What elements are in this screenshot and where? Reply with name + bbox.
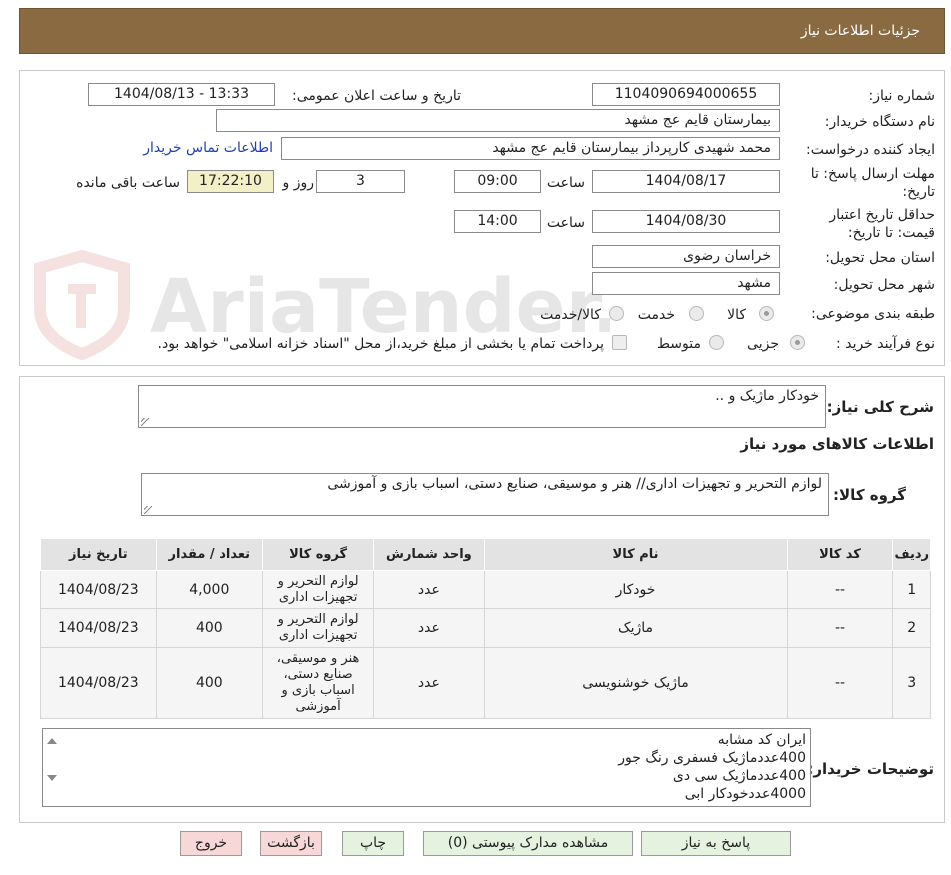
category-goods-service-label: کالا/خدمت (540, 307, 601, 323)
process-minor-label: جزیی (747, 336, 779, 352)
attachments-button[interactable]: مشاهده مدارک پیوستی (0) (423, 831, 633, 856)
items-table: ردیف کد کالا نام کالا واحد شمارش گروه کا… (40, 538, 931, 719)
table-row: 2 -- ماژیک عدد لوازم التحریر و تجهیزات ا… (40, 608, 931, 648)
cell-index: 3 (892, 647, 931, 719)
deadline-hour-label: ساعت (546, 175, 585, 191)
table-row: 1 -- خودکار عدد لوازم التحریر و تجهیزات … (40, 570, 931, 609)
summary-label: شرح کلی نیاز: (826, 398, 934, 416)
group-textarea[interactable]: لوازم التحریر و تجهیزات اداری// هنر و مو… (141, 473, 829, 516)
deadline-date-field: 1404/08/17 (592, 170, 780, 193)
validity-date-field: 1404/08/30 (592, 210, 780, 233)
category-label: طبقه بندی موضوعی: (811, 306, 935, 322)
city-field: مشهد (592, 272, 780, 295)
treasury-payment-checkbox[interactable] (612, 335, 627, 350)
province-field: خراسان رضوی (592, 245, 780, 268)
scroll-down-icon[interactable] (47, 775, 57, 781)
need-number-field: 1104090694000655 (592, 83, 780, 106)
buyer-org-label: نام دستگاه خریدار: (824, 114, 935, 130)
cell-qty: 4,000 (155, 570, 263, 609)
notes-line: 4000عددخودکار ابی (684, 786, 806, 802)
city-label: شهر محل تحویل: (833, 277, 935, 293)
validity-hour-label: ساعت (546, 215, 585, 231)
category-goods-service-radio[interactable] (609, 306, 624, 321)
buyer-notes-label: توضیحات خریدار: (807, 760, 934, 778)
col-header-code: کد کالا (786, 538, 894, 571)
category-service-radio[interactable] (689, 306, 704, 321)
cell-code: -- (786, 608, 894, 648)
page-title: جزئیات اطلاعات نیاز (800, 23, 920, 39)
process-medium-label: متوسط (657, 336, 701, 352)
back-button[interactable]: بازگشت (260, 831, 322, 856)
col-header-index: ردیف (892, 538, 931, 571)
group-text: لوازم التحریر و تجهیزات اداری// هنر و مو… (327, 476, 822, 492)
cell-unit: عدد (373, 570, 485, 609)
col-header-name: نام کالا (483, 538, 788, 571)
scroll-up-icon[interactable] (47, 738, 57, 744)
cell-date: 1404/08/23 (40, 570, 157, 609)
validity-time-field: 14:00 (454, 210, 541, 233)
cell-code: -- (786, 570, 894, 609)
cell-group: لوازم التحریر و تجهیزات اداری (261, 570, 375, 609)
creator-label: ایجاد کننده درخواست: (806, 142, 935, 158)
category-service-label: خدمت (637, 307, 675, 323)
deadline-label-2: تاریخ: (902, 184, 935, 200)
notes-line: 400عددماژیک فسفری رنگ جور (618, 750, 806, 766)
buyer-notes-textarea[interactable]: ایران کد مشابه 400عددماژیک فسفری رنگ جور… (42, 728, 811, 807)
print-button[interactable]: چاپ (342, 831, 404, 856)
process-medium-radio[interactable] (709, 335, 724, 350)
resize-grip-icon[interactable] (144, 506, 152, 514)
deadline-label: مهلت ارسال پاسخ: تا (810, 166, 935, 182)
cell-code: -- (786, 647, 894, 719)
announce-field: 1404/08/13 - 13:33 (88, 83, 275, 106)
group-label: گروه کالا: (833, 486, 906, 504)
process-minor-radio[interactable] (790, 335, 805, 350)
cell-date: 1404/08/23 (40, 608, 157, 648)
days-label: روز و (282, 175, 315, 191)
validity-label: حداقل تاریخ اعتبار (829, 207, 935, 223)
cell-index: 1 (892, 570, 931, 609)
buyer-org-field: بیمارستان قایم عج مشهد (216, 109, 780, 132)
creator-field: محمد شهیدی کارپرداز بیمارستان قایم عج مش… (281, 137, 780, 160)
announce-label: تاریخ و ساعت اعلان عمومی: (292, 88, 461, 104)
cell-date: 1404/08/23 (40, 647, 157, 719)
cell-unit: عدد (373, 608, 485, 648)
table-row: 3 -- ماژیک خوشنویسی عدد هنر و موسیقی، صن… (40, 647, 931, 719)
remaining-label: ساعت باقی مانده (76, 175, 180, 191)
deadline-time-field: 09:00 (454, 170, 541, 193)
days-field: 3 (316, 170, 405, 193)
summary-text: خودکار ماژیک و .. (715, 388, 819, 404)
need-number-label: شماره نیاز: (868, 88, 936, 104)
process-label: نوع فرآیند خرید : (836, 336, 935, 352)
col-header-qty: تعداد / مقدار (155, 538, 263, 571)
remaining-time-field: 17:22:10 (187, 170, 274, 193)
treasury-payment-note: پرداخت تمام یا بخشی از مبلغ خرید،از محل … (157, 336, 604, 352)
cell-group: هنر و موسیقی، صنایع دستی، اسباب بازی و آ… (261, 647, 375, 719)
summary-textarea[interactable]: خودکار ماژیک و .. (138, 385, 826, 428)
cell-unit: عدد (373, 647, 485, 719)
col-header-group: گروه کالا (261, 538, 375, 571)
col-header-date: تاریخ نیاز (40, 538, 157, 571)
cell-qty: 400 (155, 608, 263, 648)
cell-group: لوازم التحریر و تجهیزات اداری (261, 608, 375, 648)
validity-label-2: قیمت: تا تاریخ: (847, 225, 935, 241)
resize-grip-icon[interactable] (141, 418, 149, 426)
page-header: جزئیات اطلاعات نیاز (19, 8, 945, 54)
notes-scrollbar[interactable] (43, 729, 61, 806)
cell-index: 2 (892, 608, 931, 648)
exit-button[interactable]: خروج (180, 831, 242, 856)
reply-button[interactable]: پاسخ به نیاز (641, 831, 791, 856)
buyer-contact-link[interactable]: اطلاعات تماس خریدار (143, 140, 273, 156)
cell-name: ماژیک خوشنویسی (483, 647, 788, 719)
notes-line: 400عددماژیک سی دی (672, 768, 806, 784)
col-header-unit: واحد شمارش (373, 538, 485, 571)
notes-line: ایران کد مشابه (717, 732, 806, 748)
items-section-title: اطلاعات کالاهای مورد نیاز (740, 435, 934, 453)
category-goods-label: کالا (727, 307, 746, 323)
category-goods-radio[interactable] (759, 306, 774, 321)
cell-name: خودکار (483, 570, 788, 609)
province-label: استان محل تحویل: (825, 250, 935, 266)
cell-qty: 400 (155, 647, 263, 719)
cell-name: ماژیک (483, 608, 788, 648)
